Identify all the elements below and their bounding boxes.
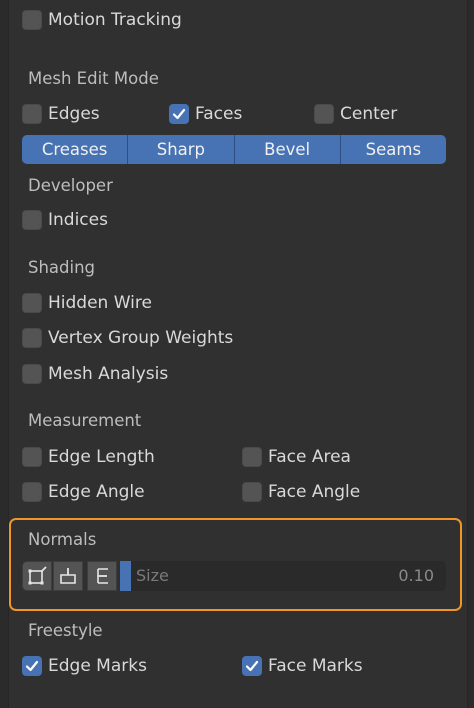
- indices-toggle[interactable]: Indices: [22, 206, 108, 234]
- faces-label: Faces: [195, 104, 243, 124]
- mesh-analysis-checkbox[interactable]: [22, 364, 42, 384]
- edge-marks-toggle-group: Creases Sharp Bevel Seams: [22, 135, 446, 164]
- face-marks-toggle[interactable]: Face Marks: [242, 652, 363, 680]
- normals-size-field[interactable]: Size 0.10: [120, 561, 446, 591]
- vertex-group-weights-checkbox[interactable]: [22, 328, 42, 348]
- checkmark-icon: [25, 660, 39, 672]
- mesh-edit-mode-heading: Mesh Edit Mode: [28, 69, 159, 88]
- size-label: Size: [136, 566, 169, 585]
- edge-marks-checkbox[interactable]: [22, 656, 42, 676]
- edges-toggle[interactable]: Edges: [22, 100, 100, 128]
- edge-length-label: Edge Length: [48, 447, 155, 467]
- face-normals-button[interactable]: [87, 561, 117, 591]
- face-area-label: Face Area: [268, 447, 351, 467]
- indices-checkbox[interactable]: [22, 210, 42, 230]
- sharp-button[interactable]: Sharp: [128, 135, 235, 164]
- edge-marks-label: Edge Marks: [48, 656, 147, 676]
- edge-length-checkbox[interactable]: [22, 447, 42, 467]
- checkmark-icon: [172, 108, 186, 120]
- seams-button[interactable]: Seams: [340, 135, 446, 164]
- edge-length-toggle[interactable]: Edge Length: [22, 443, 155, 471]
- face-angle-toggle[interactable]: Face Angle: [242, 478, 360, 506]
- edge-angle-checkbox[interactable]: [22, 482, 42, 502]
- hidden-wire-toggle[interactable]: Hidden Wire: [22, 289, 152, 317]
- mesh-analysis-label: Mesh Analysis: [48, 364, 169, 384]
- normals-heading: Normals: [28, 530, 97, 549]
- vertex-group-weights-toggle[interactable]: Vertex Group Weights: [22, 324, 233, 352]
- face-angle-checkbox[interactable]: [242, 482, 262, 502]
- measurement-heading: Measurement: [28, 411, 142, 430]
- size-value: 0.10: [398, 566, 434, 585]
- split-normals-button[interactable]: [53, 561, 83, 591]
- indices-label: Indices: [48, 210, 108, 230]
- vertex-normals-icon: [28, 566, 47, 585]
- motion-tracking-checkbox[interactable]: [22, 10, 42, 30]
- edge-angle-label: Edge Angle: [48, 482, 145, 502]
- center-toggle[interactable]: Center: [314, 100, 397, 128]
- face-marks-checkbox[interactable]: [242, 656, 262, 676]
- edge-angle-toggle[interactable]: Edge Angle: [22, 478, 145, 506]
- split-normals-icon: [60, 568, 76, 584]
- center-checkbox[interactable]: [314, 104, 334, 124]
- face-area-checkbox[interactable]: [242, 447, 262, 467]
- face-angle-label: Face Angle: [268, 482, 361, 502]
- face-normals-icon: [97, 568, 108, 584]
- hidden-wire-label: Hidden Wire: [48, 293, 152, 313]
- developer-heading: Developer: [28, 176, 113, 195]
- faces-checkbox[interactable]: [169, 104, 189, 124]
- creases-button[interactable]: Creases: [22, 135, 129, 164]
- edges-checkbox[interactable]: [22, 104, 42, 124]
- face-area-toggle[interactable]: Face Area: [242, 443, 351, 471]
- size-slider-fill: [120, 561, 131, 591]
- center-label: Center: [340, 104, 398, 124]
- vertex-group-weights-label: Vertex Group Weights: [48, 328, 234, 348]
- motion-tracking-label: Motion Tracking: [48, 10, 182, 30]
- shading-heading: Shading: [28, 258, 96, 277]
- checkmark-icon: [245, 660, 259, 672]
- hidden-wire-checkbox[interactable]: [22, 293, 42, 313]
- face-marks-label: Face Marks: [268, 656, 363, 676]
- faces-toggle[interactable]: Faces: [169, 100, 242, 128]
- vertex-normals-button[interactable]: [22, 561, 52, 591]
- edges-label: Edges: [48, 104, 100, 124]
- bevel-button[interactable]: Bevel: [234, 135, 341, 164]
- mesh-analysis-toggle[interactable]: Mesh Analysis: [22, 360, 168, 388]
- edge-marks-toggle[interactable]: Edge Marks: [22, 652, 147, 680]
- motion-tracking-toggle[interactable]: Motion Tracking: [22, 6, 182, 34]
- freestyle-heading: Freestyle: [28, 621, 103, 640]
